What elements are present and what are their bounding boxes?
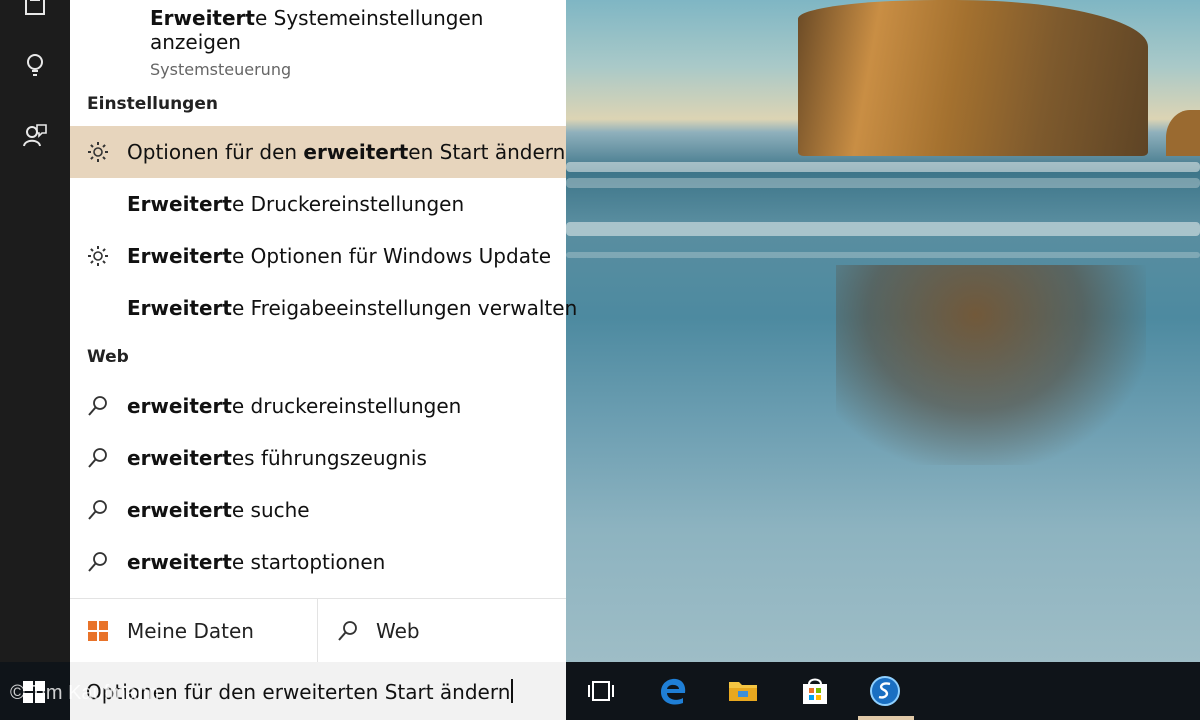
task-view-icon[interactable] (584, 674, 618, 708)
web-result-item[interactable]: erweiterte druckereinstellungen (70, 380, 566, 432)
result-label: Erweiterte Freigabeeinstellungen verwalt… (127, 296, 578, 320)
wallpaper-wave (566, 178, 1200, 188)
wallpaper-wave (566, 252, 1200, 258)
search-filter-bar: Meine Daten Web (70, 598, 566, 663)
file-explorer-icon[interactable] (726, 674, 760, 708)
result-label: Optionen für den erweiterten Start änder… (127, 140, 566, 164)
wallpaper-rock (798, 0, 1148, 156)
desktop-wallpaper (566, 0, 1200, 662)
notebook-icon[interactable] (22, 0, 48, 18)
top-result-subtitle: Systemsteuerung (150, 60, 292, 79)
web-filter-button[interactable]: Web (318, 599, 566, 663)
taskbar: Optionen für den erweiterten Start änder… (0, 662, 1200, 720)
search-icon (338, 621, 357, 641)
my-stuff-filter-button[interactable]: Meine Daten (70, 599, 318, 663)
feedback-icon[interactable] (22, 122, 48, 148)
app-globe-icon[interactable] (868, 674, 902, 708)
search-icon (88, 552, 107, 572)
top-result-title: Erweiterte Systemeinstellungen anzeigen (150, 6, 566, 54)
section-header-settings: Einstellungen (87, 94, 218, 114)
web-filter-label: Web (376, 619, 420, 643)
result-label: erweitertes führungszeugnis (127, 446, 427, 470)
active-app-indicator (858, 716, 914, 720)
result-label: Erweiterte Optionen für Windows Update (127, 244, 552, 268)
copyright-watermark: © Tim Kaufmann (10, 682, 160, 704)
web-result-item[interactable]: erweitertes führungszeugnis (70, 432, 566, 484)
settings-result-item[interactable]: Erweiterte Druckereinstellungen (70, 178, 566, 230)
result-label: erweiterte druckereinstellungen (127, 394, 462, 418)
gear-icon (88, 246, 108, 266)
start-left-rail (0, 0, 70, 662)
lightbulb-icon[interactable] (22, 52, 48, 78)
text-caret (511, 679, 514, 703)
wallpaper-reflection (836, 265, 1146, 465)
search-icon (88, 500, 107, 520)
wallpaper-rock-right (1166, 110, 1200, 156)
edge-browser-icon[interactable] (656, 674, 690, 708)
web-result-item[interactable]: erweiterte startoptionen (70, 536, 566, 588)
result-label: erweiterte startoptionen (127, 550, 386, 574)
settings-result-item[interactable]: Erweiterte Freigabeeinstellungen verwalt… (70, 282, 577, 334)
store-icon[interactable] (798, 674, 832, 708)
result-label: Erweiterte Druckereinstellungen (127, 192, 465, 216)
windows-logo-icon (88, 621, 108, 641)
wallpaper-wave (566, 222, 1200, 236)
my-stuff-label: Meine Daten (127, 619, 254, 643)
match-highlight: Erweitert (150, 6, 255, 30)
search-icon (88, 448, 107, 468)
settings-result-item[interactable]: Erweiterte Optionen für Windows Update (70, 230, 566, 282)
settings-result-item[interactable]: Optionen für den erweiterten Start änder… (70, 126, 566, 178)
top-result-item[interactable]: Erweiterte Systemeinstellungen anzeigen … (150, 6, 566, 79)
wallpaper-wave (566, 162, 1200, 172)
result-label: erweiterte suche (127, 498, 310, 522)
web-result-item[interactable]: erweiterte suche (70, 484, 566, 536)
gear-icon (88, 142, 108, 162)
search-results-panel: Erweiterte Systemeinstellungen anzeigen … (70, 0, 577, 663)
search-icon (88, 396, 107, 416)
section-header-web: Web (87, 347, 129, 367)
